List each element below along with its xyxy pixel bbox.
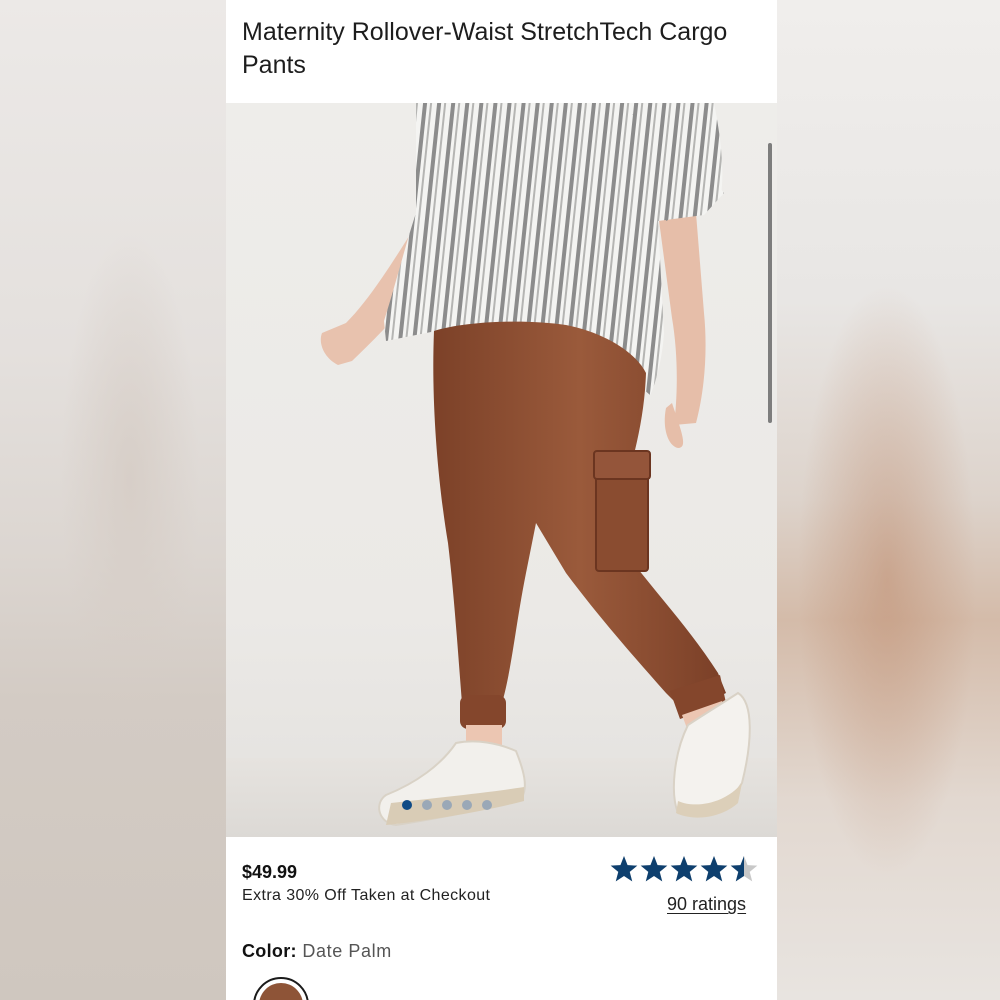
color-label: Color: <box>242 941 297 961</box>
color-value: Date Palm <box>302 941 392 961</box>
star-filled-icon <box>700 856 728 882</box>
star-filled-icon <box>670 856 698 882</box>
carousel-dot[interactable] <box>481 800 492 810</box>
product-info: $49.99 Extra 30% Off Taken at Checkout 9… <box>226 837 777 1000</box>
carousel-pagination <box>226 800 715 810</box>
blurred-background-left <box>0 0 226 1000</box>
price: $49.99 <box>242 862 298 882</box>
carousel-dot[interactable] <box>461 800 472 810</box>
color-row: Color: Date Palm <box>242 941 392 962</box>
image-scrollbar[interactable] <box>768 143 772 423</box>
product-page: Maternity Rollover-Waist StretchTech Car… <box>226 0 777 1000</box>
carousel-dot[interactable] <box>441 800 452 810</box>
star-filled-icon <box>640 856 668 882</box>
color-swatch-date-palm[interactable] <box>253 977 309 1000</box>
carousel-dot[interactable] <box>421 800 432 810</box>
star-filled-icon <box>610 856 638 882</box>
swatch-fill <box>259 983 303 1000</box>
carousel-dot[interactable] <box>401 800 412 810</box>
product-photo <box>320 103 751 827</box>
product-title: Maternity Rollover-Waist StretchTech Car… <box>242 18 728 79</box>
star-rating[interactable] <box>610 855 760 885</box>
product-image-carousel[interactable] <box>226 103 777 837</box>
blurred-background-right <box>777 0 1000 1000</box>
ratings-count-link[interactable]: 90 ratings <box>667 894 746 915</box>
promo-text: Extra 30% Off Taken at Checkout <box>242 887 491 904</box>
